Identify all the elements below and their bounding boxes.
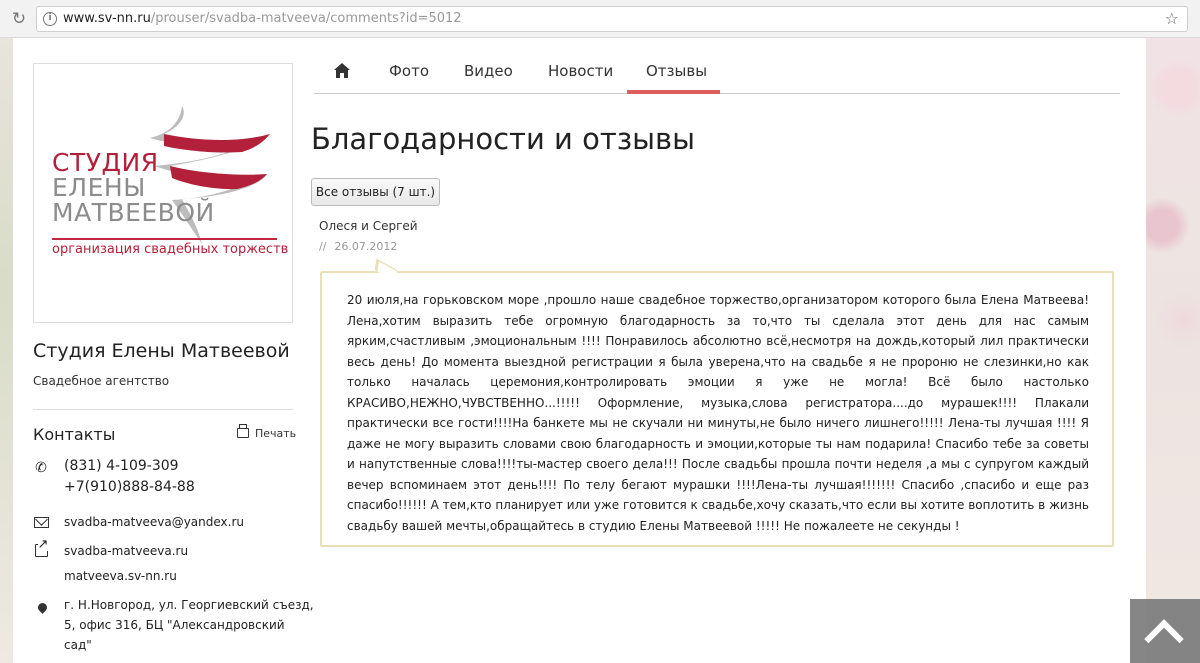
background-flowers-left — [0, 38, 13, 663]
all-reviews-button[interactable]: Все отзывы (7 шт.) — [311, 178, 440, 206]
home-icon[interactable] — [334, 63, 350, 78]
logo-text-name: ЕЛЕНЫ МАТВЕЕВОЙ — [52, 173, 215, 227]
map-pin-icon — [33, 600, 49, 616]
url-text[interactable]: www.sv-nn.ru/prouser/svadba-matveeva/com… — [63, 11, 462, 26]
contacts-heading: Контакты — [33, 425, 116, 444]
external-link-icon — [33, 538, 49, 561]
tab-reviews[interactable]: Отзывы — [646, 62, 707, 80]
sidebar: СТУДИЯ ЕЛЕНЫ МАТВЕЕВОЙ организация свадеб… — [33, 63, 314, 652]
info-icon[interactable]: i — [43, 12, 57, 26]
profile-tabs: Фото Видео Новости Отзывы — [314, 54, 1120, 94]
print-button[interactable]: Печать — [237, 424, 296, 440]
reload-icon[interactable]: ↻ — [10, 10, 28, 28]
address-bar[interactable]: i www.sv-nn.ru/prouser/svadba-matveeva/c… — [36, 6, 1188, 32]
studio-name: Студия Елены Матвеевой — [33, 340, 290, 362]
review-author: Олеся и Сергей — [319, 219, 418, 233]
tab-photo[interactable]: Фото — [389, 62, 429, 80]
background-flowers-right — [1146, 38, 1200, 663]
tab-news[interactable]: Новости — [548, 62, 613, 80]
logo-tagline: организация свадебных торжеств — [52, 242, 289, 257]
page-title: Благодарности и отзывы — [311, 122, 696, 156]
review-text: 20 июля,на горьковском море ,прошло наше… — [347, 293, 1089, 533]
review-date: //26.07.2012 — [319, 240, 398, 253]
bookmark-star-icon[interactable]: ☆ — [1165, 9, 1179, 28]
site-link-1[interactable]: svadba-matveeva.ru — [64, 544, 188, 558]
phone-1[interactable]: (831) 4-109-309 — [64, 458, 179, 474]
studio-type: Свадебное агентство — [33, 374, 170, 388]
phone-2[interactable]: +7(910)888-84-88 — [64, 479, 195, 495]
email-link[interactable]: svadba-matveeva@yandex.ru — [64, 515, 244, 529]
address-line-1: г. Н.Новгород, ул. Георгиевский съезд, — [64, 598, 314, 612]
sidebar-divider — [33, 409, 293, 410]
phone-icon: ✆ — [35, 460, 47, 476]
review-card: 20 июля,на горьковском море ,прошло наше… — [320, 271, 1114, 547]
printer-icon — [237, 424, 249, 438]
logo-divider — [52, 238, 277, 240]
scroll-to-top-button[interactable] — [1130, 599, 1200, 663]
browser-toolbar: ↻ i www.sv-nn.ru/prouser/svadba-matveeva… — [0, 0, 1200, 38]
active-tab-indicator — [627, 90, 720, 94]
site-link-2[interactable]: matveeva.sv-nn.ru — [64, 569, 177, 583]
address-line-3: сад" — [64, 638, 92, 652]
mail-icon — [33, 516, 49, 532]
tab-video[interactable]: Видео — [464, 62, 513, 80]
studio-logo: СТУДИЯ ЕЛЕНЫ МАТВЕЕВОЙ организация свадеб… — [33, 63, 293, 323]
address-line-2: 5, офис 316, БЦ "Александровский — [64, 618, 285, 632]
